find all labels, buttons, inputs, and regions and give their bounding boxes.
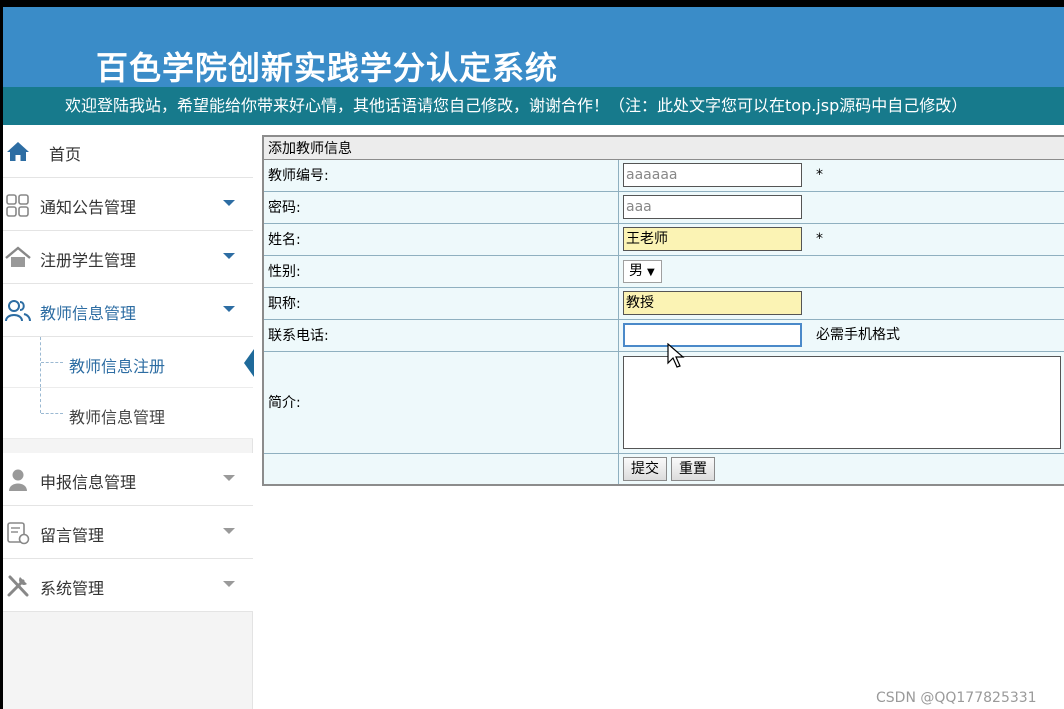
chevron-down-icon bbox=[223, 475, 235, 481]
sidebar-item-label: 留言管理 bbox=[40, 526, 105, 545]
users-icon bbox=[5, 300, 31, 322]
sidebar-item-label: 教师信息管理 bbox=[40, 304, 137, 323]
tree-branch bbox=[41, 413, 63, 414]
sidebar-item-declare[interactable]: 申报信息管理 bbox=[3, 453, 253, 506]
message-icon bbox=[7, 522, 30, 545]
dropdown-arrow-icon: ▼ bbox=[647, 266, 655, 278]
sidebar-item-students[interactable]: 注册学生管理 bbox=[3, 231, 253, 284]
main-content: 添加教师信息 教师编号: aaaaaa * 密码: aaa 姓名: 王老师 * 性别… bbox=[254, 125, 1064, 709]
gender-selected-value: 男 bbox=[629, 262, 643, 279]
sidebar-subitem-teacher-manage[interactable]: 教师信息管理 bbox=[3, 388, 253, 439]
form-row-gender: 性别: 男 ▼ bbox=[262, 254, 1064, 288]
sidebar-item-label: 通知公告管理 bbox=[40, 198, 137, 217]
tools-icon bbox=[7, 575, 29, 597]
sidebar: 首页 通知公告管理 注册学生管理 教师信息管理 教师信息注册 教师信息管理 申报… bbox=[3, 125, 254, 709]
empty-cell bbox=[262, 452, 619, 486]
password-input[interactable]: aaa bbox=[623, 195, 802, 219]
sidebar-item-teachers[interactable]: 教师信息管理 bbox=[3, 284, 253, 337]
welcome-bar: 欢迎登陆我站，希望能给你带来好心情，其他话语请您自己修改，谢谢合作！（注：此处文… bbox=[3, 87, 1064, 125]
house-icon bbox=[5, 246, 31, 267]
sidebar-item-label: 首页 bbox=[49, 145, 82, 164]
field-label: 联系电话: bbox=[262, 318, 619, 352]
chevron-down-icon bbox=[223, 200, 235, 206]
tree-line bbox=[40, 388, 41, 413]
field-label: 姓名: bbox=[262, 222, 619, 256]
chevron-down-icon bbox=[223, 581, 235, 587]
sidebar-subitem-label: 教师信息管理 bbox=[69, 408, 166, 427]
sidebar-item-label: 系统管理 bbox=[40, 579, 105, 598]
form-row-intro: 简介: bbox=[262, 350, 1064, 454]
field-label: 职称: bbox=[262, 286, 619, 320]
submit-button[interactable]: 提交 bbox=[623, 456, 667, 481]
watermark: CSDN @QQ177825331 bbox=[876, 690, 1037, 706]
tree-branch bbox=[41, 362, 63, 363]
name-input[interactable]: 王老师 bbox=[623, 227, 802, 251]
field-label: 性别: bbox=[262, 254, 619, 288]
sidebar-item-system[interactable]: 系统管理 bbox=[3, 559, 253, 612]
form-row-phone: 联系电话: 必需手机格式 bbox=[262, 318, 1064, 352]
form-row-password: 密码: aaa bbox=[262, 190, 1064, 224]
field-label: 简介: bbox=[262, 350, 619, 454]
sidebar-subitem-teacher-register[interactable]: 教师信息注册 bbox=[3, 337, 254, 388]
form-row-title: 职称: 教授 bbox=[262, 286, 1064, 320]
sidebar-subitem-label: 教师信息注册 bbox=[69, 357, 166, 376]
form-row-name: 姓名: 王老师 * bbox=[262, 222, 1064, 256]
home-icon bbox=[7, 142, 29, 161]
sidebar-item-messages[interactable]: 留言管理 bbox=[3, 506, 253, 559]
sidebar-item-label: 申报信息管理 bbox=[40, 473, 137, 492]
chevron-down-icon bbox=[223, 306, 235, 312]
browser-frame: 百色学院创新实践学分认定系统 欢迎登陆我站，希望能给你带来好心情，其他话语请您自… bbox=[3, 7, 1064, 709]
teacher-form: 添加教师信息 教师编号: aaaaaa * 密码: aaa 姓名: 王老师 * 性别… bbox=[262, 135, 1064, 486]
sidebar-item-label: 注册学生管理 bbox=[40, 251, 137, 270]
field-label: 密码: bbox=[262, 190, 619, 224]
page-header: 百色学院创新实践学分认定系统 bbox=[3, 7, 1064, 87]
site-title: 百色学院创新实践学分认定系统 bbox=[96, 49, 559, 87]
active-indicator bbox=[244, 349, 254, 377]
form-caption: 添加教师信息 bbox=[262, 135, 1064, 160]
form-row-actions: 提交 重置 bbox=[262, 452, 1064, 486]
gender-select[interactable]: 男 ▼ bbox=[623, 259, 662, 283]
chevron-down-icon bbox=[223, 253, 235, 259]
phone-hint: 必需手机格式 bbox=[816, 327, 900, 343]
field-label: 教师编号: bbox=[262, 158, 619, 192]
chevron-down-icon bbox=[223, 528, 235, 534]
mouse-cursor-icon bbox=[667, 343, 685, 368]
required-mark: * bbox=[816, 167, 823, 183]
reset-button[interactable]: 重置 bbox=[671, 456, 715, 481]
user-icon bbox=[9, 469, 27, 491]
sidebar-item-notice[interactable]: 通知公告管理 bbox=[3, 178, 253, 231]
grid-icon bbox=[6, 194, 29, 217]
teacher-id-input[interactable]: aaaaaa bbox=[623, 163, 802, 187]
required-mark: * bbox=[816, 231, 823, 247]
job-title-input[interactable]: 教授 bbox=[623, 291, 802, 315]
sidebar-item-home[interactable]: 首页 bbox=[3, 125, 253, 178]
intro-textarea[interactable] bbox=[623, 355, 1061, 449]
phone-input[interactable] bbox=[623, 323, 802, 347]
form-row-teacher-id: 教师编号: aaaaaa * bbox=[262, 158, 1064, 192]
